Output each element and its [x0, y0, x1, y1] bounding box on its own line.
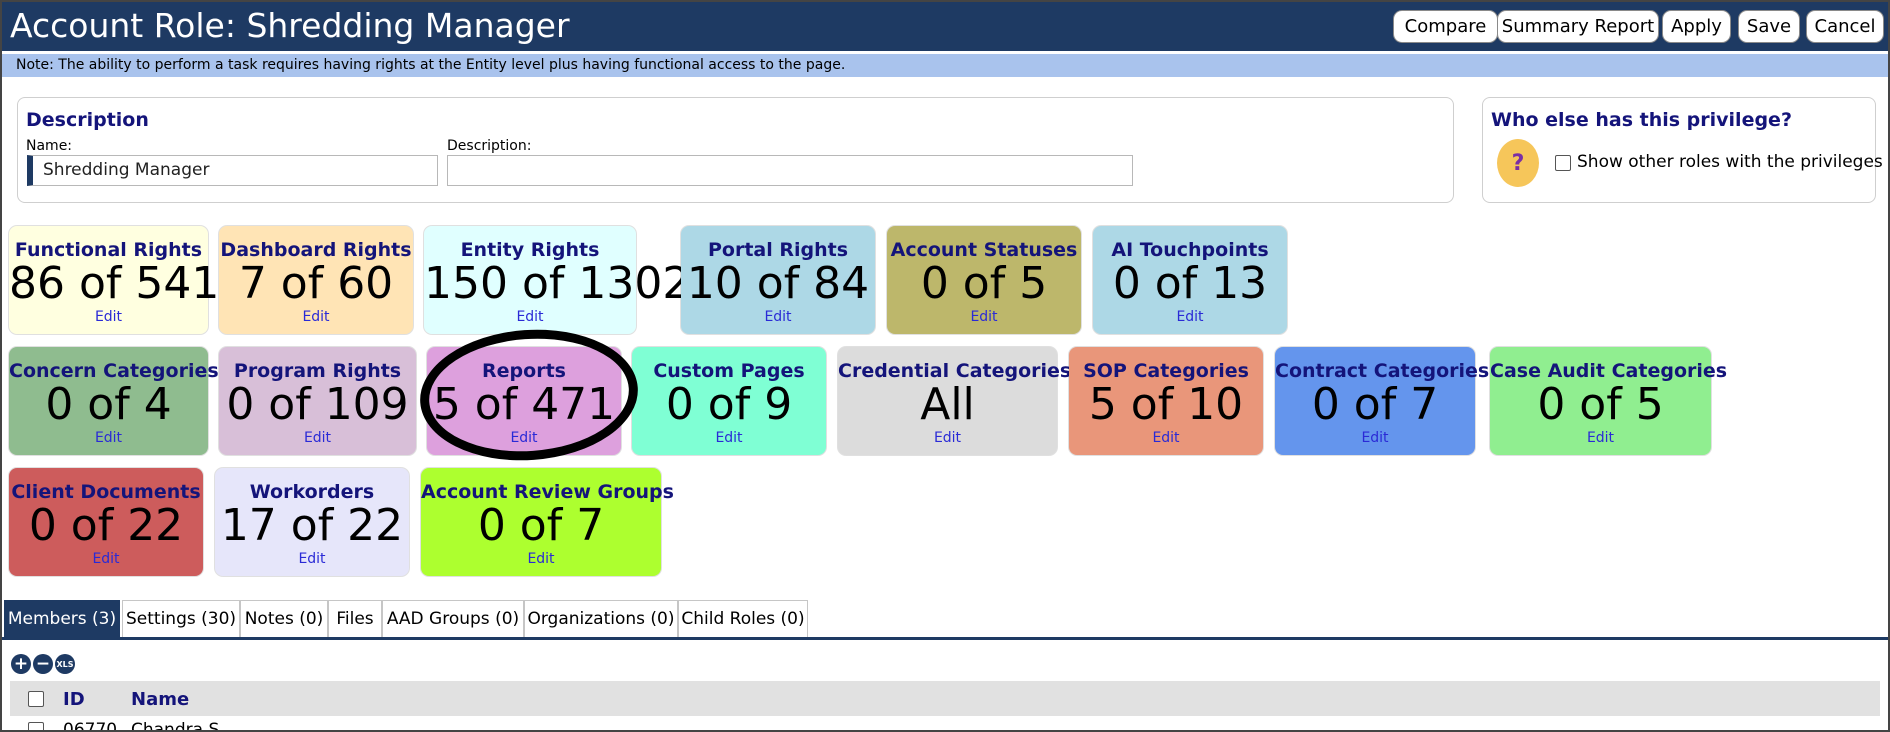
- edit-link[interactable]: Edit: [9, 309, 208, 325]
- tile-credential-categories[interactable]: Credential Categories All Edit: [838, 347, 1071, 455]
- tile-count: 0 of 22: [28, 500, 184, 551]
- tile-count: 150 of 1302: [424, 258, 691, 309]
- name-label: Name:: [26, 138, 73, 154]
- tile-workorders[interactable]: Workorders 17 of 22 Edit: [215, 468, 409, 576]
- tile-concern-categories[interactable]: Concern Categories 0 of 4 Edit: [9, 347, 219, 455]
- tile-count: 0 of 4: [45, 379, 172, 430]
- excel-export-icon[interactable]: XLS: [55, 654, 75, 674]
- edit-link[interactable]: Edit: [1093, 309, 1287, 325]
- tab-child-roles[interactable]: Child Roles (0): [678, 600, 808, 638]
- edit-link[interactable]: Edit: [632, 430, 826, 446]
- show-other-roles-label[interactable]: Show other roles with the privileges: [1577, 152, 1883, 172]
- tile-count: 0 of 5: [1537, 379, 1664, 430]
- column-name[interactable]: Name: [131, 689, 189, 710]
- cancel-button[interactable]: Cancel: [1806, 10, 1884, 43]
- tile-ai-touchpoints[interactable]: AI Touchpoints 0 of 13 Edit: [1093, 226, 1287, 334]
- tile-contract-categories[interactable]: Contract Categories 0 of 7 Edit: [1275, 347, 1489, 455]
- note-bar: Note: The ability to perform a task requ…: [0, 54, 1890, 77]
- remove-icon[interactable]: −: [33, 654, 53, 674]
- edit-link[interactable]: Edit: [9, 430, 208, 446]
- column-id[interactable]: ID: [63, 689, 85, 710]
- edit-link[interactable]: Edit: [424, 309, 636, 325]
- tab-underline: [0, 637, 1890, 640]
- access-note: Note: The ability to perform a task requ…: [16, 57, 846, 73]
- add-icon[interactable]: +: [11, 654, 31, 674]
- save-button[interactable]: Save: [1738, 10, 1800, 43]
- edit-link[interactable]: Edit: [1069, 430, 1263, 446]
- table-row[interactable]: 06770 Chandra S...: [10, 716, 1880, 732]
- tile-sop-categories[interactable]: SOP Categories 5 of 10 Edit: [1069, 347, 1263, 455]
- select-all-checkbox[interactable]: [28, 691, 44, 707]
- tile-count: 10 of 84: [686, 258, 870, 309]
- tile-client-documents[interactable]: Client Documents 0 of 22 Edit: [9, 468, 203, 576]
- edit-link[interactable]: Edit: [421, 551, 661, 567]
- summary-report-button[interactable]: Summary Report: [1497, 10, 1659, 43]
- tab-settings[interactable]: Settings (30): [122, 600, 240, 638]
- tab-notes[interactable]: Notes (0): [240, 600, 328, 638]
- row-id: 06770: [63, 720, 118, 732]
- description-label: Description:: [447, 138, 532, 154]
- tab-aad-groups[interactable]: AAD Groups (0): [382, 600, 524, 638]
- tab-members[interactable]: Members (3): [4, 600, 120, 638]
- tile-count: 86 of 541: [9, 258, 220, 309]
- edit-link[interactable]: Edit: [887, 309, 1081, 325]
- edit-link[interactable]: Edit: [838, 430, 1057, 446]
- tile-case-audit-categories[interactable]: Case Audit Categories 0 of 5 Edit: [1490, 347, 1727, 455]
- tile-count: 7 of 60: [238, 258, 394, 309]
- edit-link[interactable]: Edit: [681, 309, 875, 325]
- tile-custom-pages[interactable]: Custom Pages 0 of 9 Edit: [632, 347, 826, 455]
- edit-link[interactable]: Edit: [1275, 430, 1475, 446]
- members-grid-header: ID Name: [10, 681, 1880, 716]
- edit-link[interactable]: Edit: [9, 551, 203, 567]
- description-panel: Description Name: Shredding Manager Desc…: [17, 97, 1454, 203]
- tile-portal-rights[interactable]: Portal Rights 10 of 84 Edit: [681, 226, 875, 334]
- tile-account-statuses[interactable]: Account Statuses 0 of 5 Edit: [887, 226, 1081, 334]
- edit-link[interactable]: Edit: [219, 309, 413, 325]
- tile-count: 0 of 13: [1112, 258, 1268, 309]
- tile-count: 0 of 9: [665, 379, 793, 430]
- tab-organizations[interactable]: Organizations (0): [524, 600, 678, 638]
- description-input[interactable]: [447, 155, 1133, 186]
- page-title: Account Role: Shredding Manager: [10, 6, 570, 45]
- apply-button[interactable]: Apply: [1662, 10, 1731, 43]
- privilege-heading: Who else has this privilege?: [1491, 109, 1792, 131]
- tile-count: 17 of 22: [220, 500, 404, 551]
- tile-count: 0 of 7: [1311, 379, 1439, 430]
- edit-link[interactable]: Edit: [215, 551, 409, 567]
- tile-dashboard-rights[interactable]: Dashboard Rights 7 of 60 Edit: [219, 226, 413, 334]
- description-heading: Description: [26, 109, 149, 131]
- tile-entity-rights[interactable]: Entity Rights 150 of 1302 Edit: [424, 226, 691, 334]
- tile-count: 0 of 7: [477, 500, 605, 551]
- tile-program-rights[interactable]: Program Rights 0 of 109 Edit: [219, 347, 416, 455]
- row-name: Chandra S...: [131, 720, 236, 732]
- tile-account-review-groups[interactable]: Account Review Groups 0 of 7 Edit: [421, 468, 674, 576]
- name-input[interactable]: Shredding Manager: [27, 155, 438, 186]
- row-checkbox[interactable]: [28, 722, 44, 732]
- edit-link[interactable]: Edit: [1490, 430, 1711, 446]
- tile-count: All: [920, 379, 975, 430]
- tile-count: 0 of 109: [226, 379, 409, 430]
- title-bar: Account Role: Shredding Manager Compare …: [0, 0, 1890, 51]
- tab-files[interactable]: Files: [328, 600, 382, 638]
- compare-button[interactable]: Compare: [1393, 10, 1498, 43]
- tile-count: 5 of 10: [1088, 379, 1244, 430]
- privilege-panel: Who else has this privilege? Show other …: [1482, 97, 1883, 203]
- tile-functional-rights[interactable]: Functional Rights 86 of 541 Edit: [9, 226, 220, 334]
- tile-count: 0 of 5: [920, 258, 1048, 309]
- question-person-icon: ?: [1497, 139, 1539, 187]
- show-other-roles-checkbox[interactable]: [1555, 155, 1571, 171]
- edit-link[interactable]: Edit: [219, 430, 416, 446]
